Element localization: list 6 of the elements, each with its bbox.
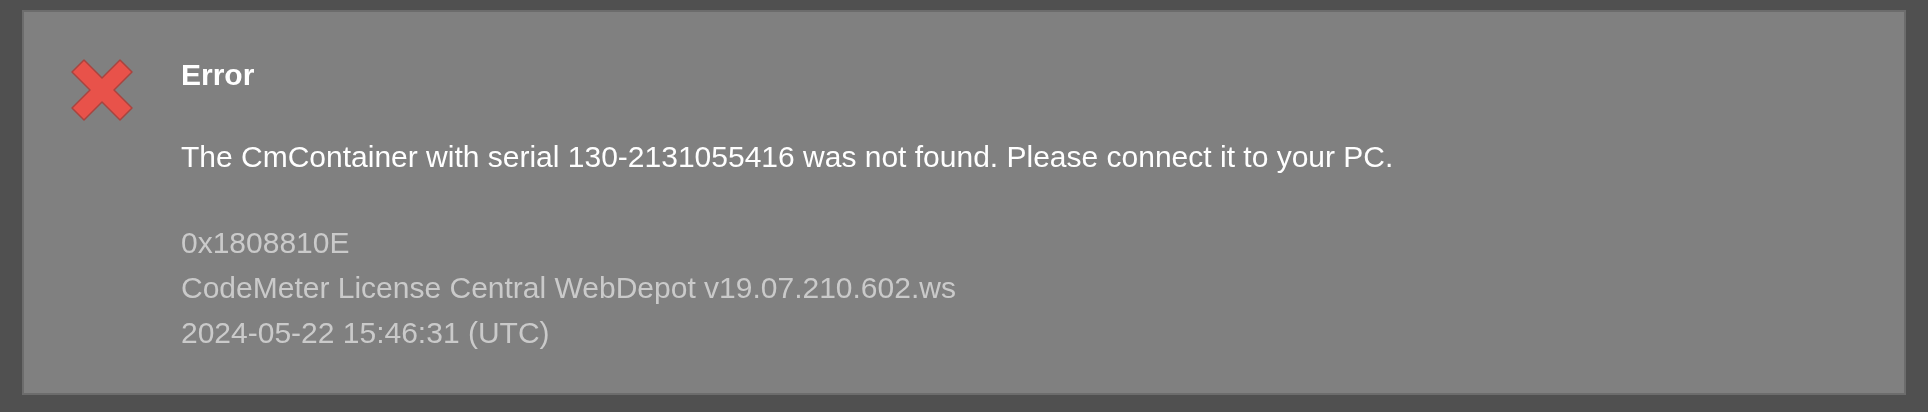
error-detail: 2024-05-22 15:46:31 (UTC) bbox=[181, 315, 551, 351]
error-detail: CodeMeter License Central WebDepot v19.07.210.602.ws bbox=[181, 270, 957, 306]
error-detail: 0x1808810E bbox=[181, 225, 351, 261]
error-title: Error bbox=[181, 57, 256, 93]
error-cross-icon bbox=[70, 58, 134, 122]
error-message: The CmContainer with serial 130-2131055416 was not found. Please connect it to your PC. bbox=[181, 139, 1394, 175]
